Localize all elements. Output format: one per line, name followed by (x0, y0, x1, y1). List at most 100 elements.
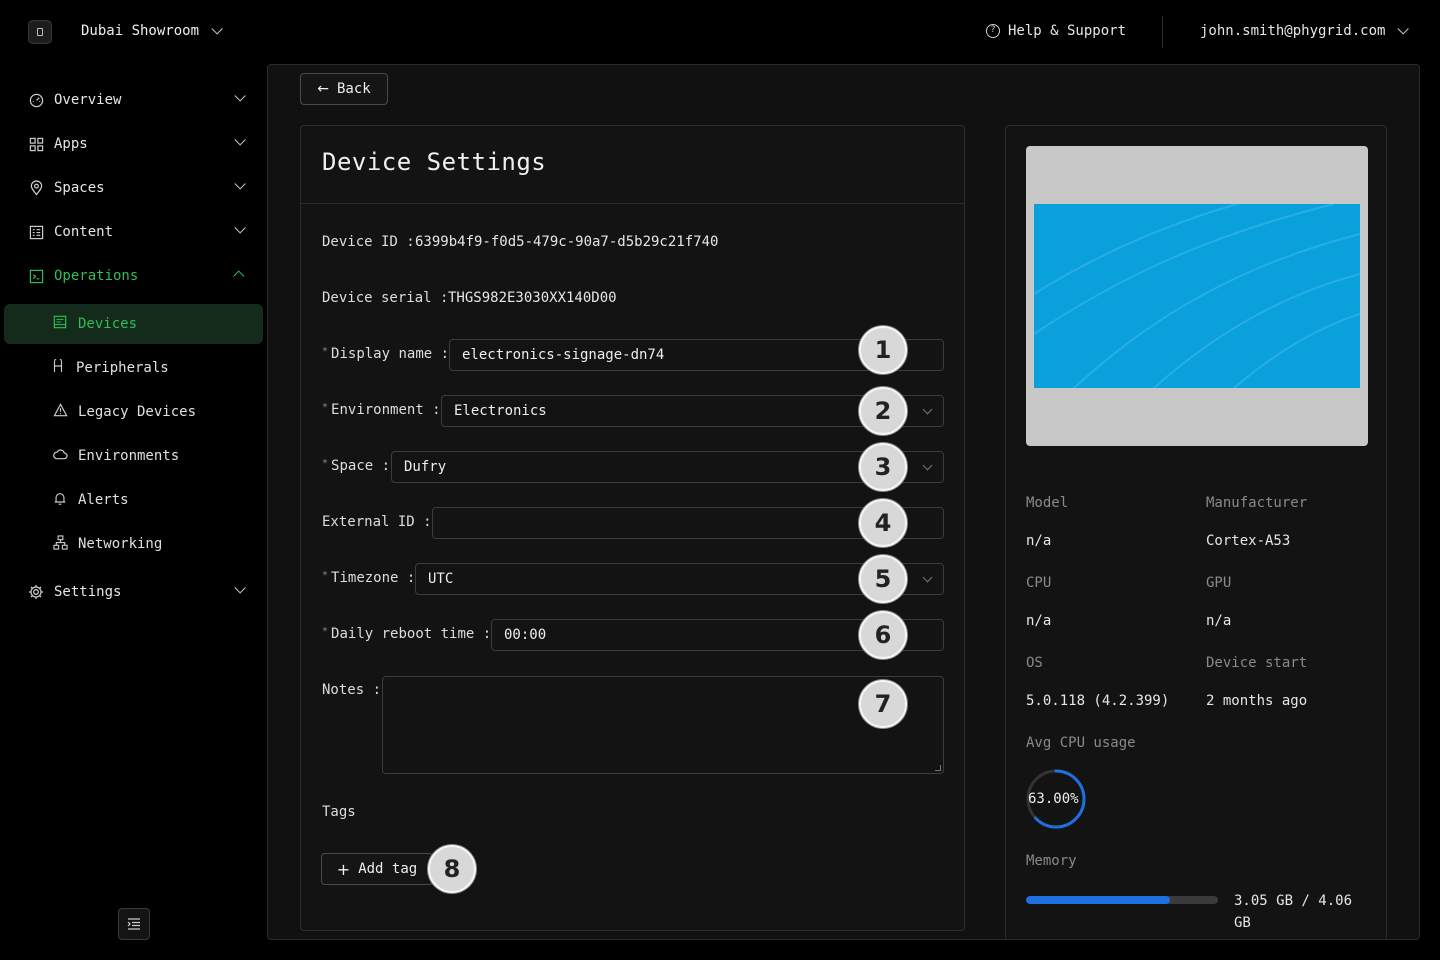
resize-handle-icon[interactable] (935, 765, 941, 771)
sidebar-item-content[interactable]: Content (28, 220, 248, 244)
annotation-badge: 7 (859, 680, 907, 728)
gpu-value: n/a (1206, 613, 1232, 629)
chevron-down-icon (234, 582, 246, 594)
annotation-badge: 4 (859, 499, 907, 547)
space-label: * Space : (322, 458, 391, 474)
chevron-down-icon (922, 404, 933, 415)
annotation-badge: 2 (859, 387, 907, 435)
question-icon: ? (986, 24, 1000, 38)
device-settings-card: Device Settings Device ID : 6399b4f9-f0d… (300, 125, 965, 931)
environment-label: * Environment : (322, 402, 441, 418)
screen-preview (1026, 146, 1368, 446)
help-label: Help & Support (1008, 23, 1127, 39)
sidebar-item-settings[interactable]: Settings (28, 580, 248, 604)
annotation-badge: 5 (859, 555, 907, 603)
annotation-badge: 6 (859, 611, 907, 659)
notes-textarea[interactable] (382, 676, 944, 774)
sidebar-item-label: Alerts (78, 492, 129, 508)
sidebar-item-legacy-devices[interactable]: Legacy Devices (52, 400, 196, 424)
screen-preview-image (1034, 204, 1360, 388)
workspace-name: Dubai Showroom (81, 23, 200, 39)
gear-icon (28, 584, 44, 600)
peripheral-icon (50, 357, 66, 377)
add-tag-label: Add tag (358, 861, 418, 877)
environment-value: Electronics (454, 403, 547, 419)
model-value: n/a (1026, 533, 1052, 549)
collapse-icon (127, 918, 140, 930)
page-title: Device Settings (322, 148, 547, 176)
chevron-down-icon (234, 178, 246, 190)
device-id-value: 6399b4f9-f0d5-479c-90a7-d5b29c21f740 (415, 234, 719, 250)
network-icon (52, 534, 68, 554)
device-info-card: Model Manufacturer n/a Cortex-A53 CPU GP… (1005, 125, 1387, 939)
gpu-label: GPU (1206, 575, 1232, 591)
device-start-value: 2 months ago (1206, 693, 1308, 709)
sidebar-item-operations[interactable]: Operations (28, 264, 248, 288)
device-id-label: Device ID : (322, 234, 415, 250)
daily-reboot-value: 00:00 (504, 627, 547, 643)
sidebar-item-label: Environments (78, 448, 180, 464)
external-id-label: External ID : (322, 514, 432, 530)
chevron-down-icon (234, 222, 246, 234)
cpu-value: n/a (1026, 613, 1052, 629)
sidebar-item-label: Peripherals (76, 360, 169, 376)
annotation-badge: 8 (428, 845, 476, 893)
avg-cpu-label: Avg CPU usage (1026, 735, 1136, 751)
help-support-link[interactable]: ? Help & Support (986, 23, 1126, 39)
back-label: Back (337, 81, 371, 97)
add-tag-button[interactable]: + Add tag (321, 853, 433, 885)
space-value: Dufry (404, 459, 447, 475)
workspace-selector[interactable]: Dubai Showroom (81, 23, 223, 39)
collapse-sidebar-button[interactable] (118, 908, 150, 940)
sidebar-item-devices[interactable]: Devices (52, 312, 137, 336)
sidebar-item-apps[interactable]: Apps (28, 132, 248, 156)
sidebar-item-label: Overview (54, 92, 122, 108)
sidebar-item-networking[interactable]: Networking (52, 532, 162, 556)
daily-reboot-label: * Daily reboot time : (322, 626, 492, 642)
tags-label: Tags (322, 804, 356, 820)
title-divider (301, 203, 964, 204)
sidebar-item-label: Devices (78, 316, 138, 332)
warning-icon (52, 403, 68, 421)
annotation-badge: 3 (859, 443, 907, 491)
chevron-down-icon (1397, 23, 1410, 35)
device-serial-label: Device serial : (322, 290, 449, 306)
annotation-badge: 1 (859, 326, 907, 374)
chevron-down-icon (922, 572, 933, 583)
chevron-down-icon (211, 23, 223, 35)
main-content: ← Back Device Settings Device ID : 6399b… (267, 64, 1420, 940)
sidebar-item-spaces[interactable]: Spaces (28, 176, 248, 200)
sidebar-item-label: Apps (54, 136, 88, 152)
memory-progress-bar (1026, 896, 1218, 904)
user-menu[interactable]: john.smith@phygrid.com (1200, 23, 1410, 39)
chevron-down-icon (234, 90, 246, 102)
header-divider (1162, 16, 1163, 48)
top-bar: Dubai Showroom ? Help & Support john.smi… (0, 0, 1440, 64)
memory-progress-fill (1026, 896, 1171, 904)
device-icon (52, 315, 68, 333)
sidebar-item-peripherals[interactable]: Peripherals (50, 356, 169, 380)
manufacturer-label: Manufacturer (1206, 495, 1308, 511)
chevron-down-icon (234, 134, 246, 146)
notes-label: Notes : (322, 682, 382, 698)
display-name-label: * Display name : (322, 346, 450, 362)
content-icon (28, 224, 44, 240)
sidebar-item-label: Legacy Devices (78, 404, 197, 420)
cpu-label: CPU (1026, 575, 1052, 591)
sidebar-item-label: Settings (54, 584, 122, 600)
sidebar-item-alerts[interactable]: Alerts (52, 488, 129, 512)
sidebar-item-environments[interactable]: Environments (52, 444, 179, 468)
gauge-icon (28, 92, 44, 108)
back-button[interactable]: ← Back (300, 73, 388, 105)
device-serial-value: THGS982E3030XX140D00 (448, 290, 617, 306)
brand-logo-icon[interactable] (28, 20, 52, 44)
sidebar-item-overview[interactable]: Overview (28, 88, 248, 112)
arrow-left-icon: ← (317, 81, 329, 97)
os-value: 5.0.118 (4.2.399) (1026, 693, 1170, 709)
memory-value: 3.05 GB / 4.06 GB (1234, 893, 1353, 931)
chevron-down-icon (922, 460, 933, 471)
chevron-up-icon (233, 270, 245, 282)
sidebar-item-label: Operations (54, 268, 139, 284)
bell-icon (52, 491, 68, 510)
sidebar-item-label: Content (54, 224, 114, 240)
